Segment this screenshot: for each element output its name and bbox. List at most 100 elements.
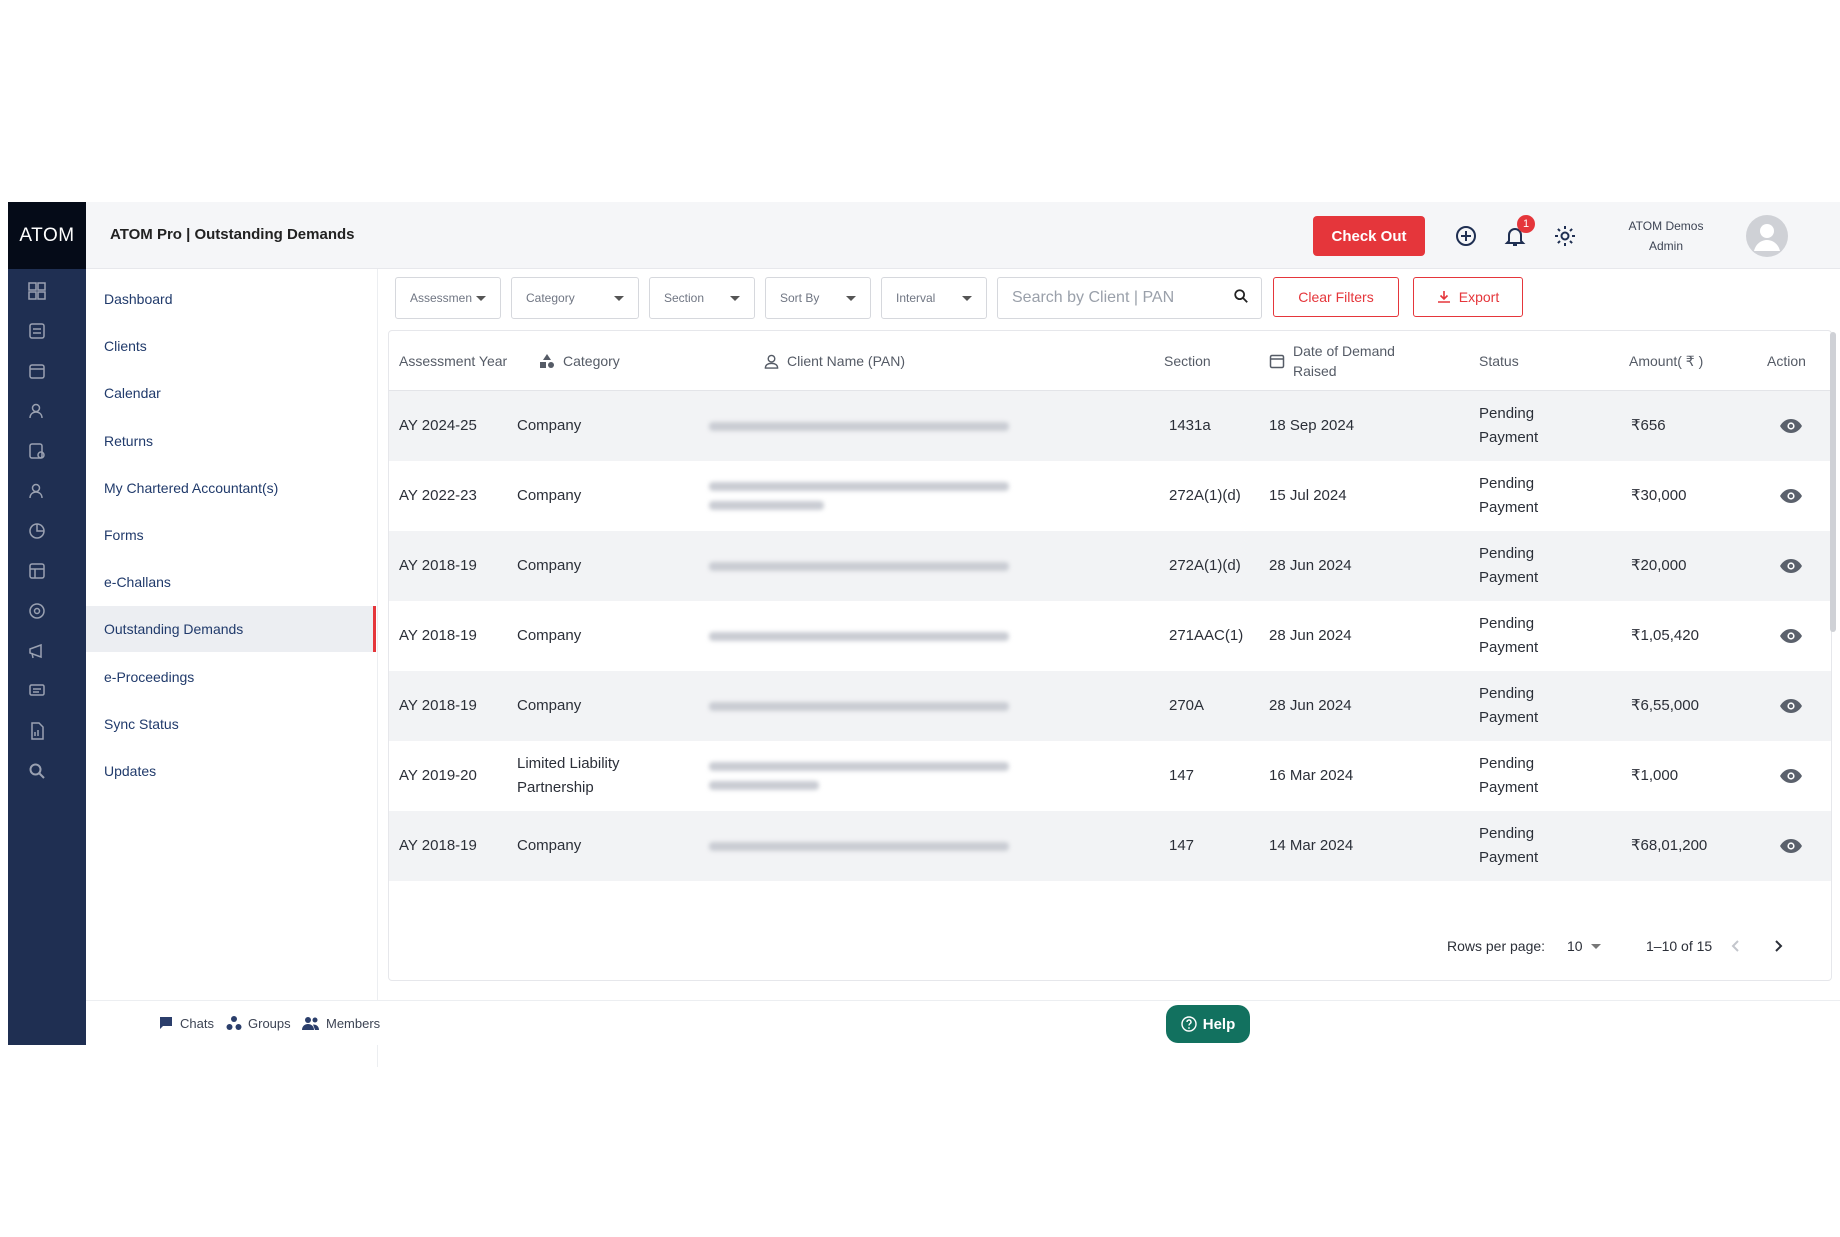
groups-icon [226, 1016, 242, 1030]
category-icon [540, 354, 554, 368]
assessment-year-filter[interactable]: Assessmen [395, 277, 501, 319]
sidebar-item[interactable]: Updates [86, 748, 376, 794]
sidebar-item[interactable]: Clients [86, 323, 376, 369]
sidebar: Dashboard Clients Calendar Returns My Charte… [86, 269, 378, 1067]
sidebar-item[interactable]: Outstanding Demands [86, 606, 376, 653]
chevron-down-icon [1590, 943, 1601, 949]
view-eye-icon[interactable] [1779, 531, 1803, 601]
prev-page-button[interactable] [1729, 931, 1743, 961]
page-range: 1–10 of 15 [1646, 938, 1713, 954]
cell-date-raised: 18 Sep 2024 [1269, 417, 1355, 434]
forms-icon[interactable] [25, 479, 49, 503]
chevron-down-icon [962, 295, 972, 301]
sidebar-item[interactable]: Returns [86, 418, 376, 464]
status-text: Pending Payment [1479, 825, 1539, 866]
next-page-button[interactable] [1771, 931, 1785, 961]
chevron-down-icon [730, 295, 740, 301]
col-assessment-year[interactable]: Assessment Year [399, 331, 509, 391]
sidebar-item[interactable]: e-Challans [86, 559, 376, 605]
sync-icon[interactable] [25, 639, 49, 663]
bell-icon[interactable]: 1 [1501, 215, 1535, 250]
view-eye-icon[interactable] [1779, 741, 1803, 811]
cell-client-name-redacted [709, 601, 1009, 671]
clients-icon[interactable] [25, 319, 49, 343]
redacted-line [709, 421, 1009, 431]
view-eye-icon[interactable] [1779, 671, 1803, 741]
demands-table: Assessment Year Category Client Name (PA… [388, 330, 1832, 981]
footer-bar: Chats Groups Members Help [86, 1000, 1840, 1045]
table-row[interactable]: AY 2018-19 Company 272A(1)(d) 28 Jun 2024 Pe… [389, 531, 1831, 601]
add-circle-icon[interactable] [1452, 222, 1480, 250]
calendar-icon[interactable] [25, 359, 49, 383]
cell-assessment-year: AY 2019-20 [399, 767, 477, 784]
col-date-raised[interactable]: Date of Demand Raised [1269, 331, 1429, 391]
view-eye-icon[interactable] [1779, 461, 1803, 531]
table-row[interactable]: AY 2019-20 Limited Liability Partnership 1… [389, 741, 1831, 811]
col-amount[interactable]: Amount( ₹ ) [1629, 331, 1703, 391]
sidebar-item[interactable]: Calendar [86, 370, 376, 416]
sidebar-item[interactable]: e-Proceedings [86, 654, 376, 700]
search-icon[interactable] [25, 759, 49, 783]
cell-category: Company [517, 837, 582, 854]
table-row[interactable]: AY 2018-19 Company 270A 28 Jun 2024 Pending … [389, 671, 1831, 741]
cell-section: 271AAC(1) [1169, 627, 1244, 644]
cell-amount: ₹30,000 [1631, 487, 1687, 504]
avatar[interactable] [1746, 215, 1788, 257]
accountant-icon[interactable] [25, 439, 49, 463]
search-input[interactable] [1010, 288, 1233, 308]
returns-icon[interactable] [25, 399, 49, 423]
demands-icon[interactable] [25, 559, 49, 583]
section-filter[interactable]: Section [649, 277, 755, 319]
col-category[interactable]: Category [539, 331, 620, 391]
view-eye-icon[interactable] [1779, 391, 1803, 461]
updates-icon[interactable] [25, 679, 49, 703]
cell-date-raised: 16 Mar 2024 [1269, 767, 1354, 784]
table-row[interactable]: AY 2018-19 Company 271AAC(1) 28 Jun 2024 Pen… [389, 601, 1831, 671]
cell-category: Limited Liability Partnership [517, 755, 620, 796]
chevron-down-icon [846, 295, 856, 301]
challans-icon[interactable] [25, 519, 49, 543]
sidebar-item[interactable]: Sync Status [86, 701, 376, 747]
col-client-name[interactable]: Client Name (PAN) [764, 331, 905, 391]
search-icon[interactable] [1233, 288, 1249, 309]
calendar-icon [1269, 354, 1285, 369]
user-info[interactable]: ATOM Demos Admin [1611, 216, 1721, 256]
filter-label: Section [664, 291, 705, 305]
help-button[interactable]: Help [1166, 1005, 1250, 1043]
chats-link[interactable]: Chats [158, 1015, 214, 1031]
table-row[interactable]: AY 2024-25 Company 1431a 18 Sep 2024 Pending… [389, 391, 1831, 461]
cell-amount: ₹1,000 [1631, 767, 1679, 784]
clear-filters-button[interactable]: Clear Filters [1273, 277, 1399, 317]
redacted-line [709, 631, 1009, 641]
proceedings-icon[interactable] [25, 599, 49, 623]
col-status[interactable]: Status [1479, 331, 1519, 391]
cell-section: 270A [1169, 697, 1205, 714]
cell-assessment-year: AY 2018-19 [399, 627, 477, 644]
groups-link[interactable]: Groups [226, 1015, 291, 1031]
cell-amount: ₹6,55,000 [1631, 697, 1699, 714]
category-filter[interactable]: Category [511, 277, 639, 319]
brand-logo: ATOM [8, 202, 86, 269]
check-out-button[interactable]: Check Out [1313, 216, 1425, 256]
export-button[interactable]: Export [1413, 277, 1523, 317]
gear-icon[interactable] [1551, 222, 1579, 250]
sidebar-item[interactable]: Dashboard [86, 276, 376, 322]
table-row[interactable]: AY 2018-19 Company 147 14 Mar 2024 Pending P… [389, 811, 1831, 881]
interval-filter[interactable]: Interval [881, 277, 987, 319]
sort-by-filter[interactable]: Sort By [765, 277, 871, 319]
members-link[interactable]: Members [302, 1015, 380, 1031]
rows-per-page-select[interactable]: 10 [1567, 931, 1601, 961]
table-row[interactable]: AY 2022-23 Company 272A(1)(d) 15 Jul 2024 Pe… [389, 461, 1831, 531]
cell-assessment-year: AY 2018-19 [399, 557, 477, 574]
col-section[interactable]: Section [1164, 331, 1211, 391]
view-eye-icon[interactable] [1779, 601, 1803, 671]
table-scrollbar[interactable] [1830, 332, 1836, 752]
scrollbar-thumb[interactable] [1830, 332, 1836, 632]
view-eye-icon[interactable] [1779, 811, 1803, 881]
dashboard-icon[interactable] [25, 279, 49, 303]
top-header: ATOM Pro | Outstanding Demands Check Out… [86, 202, 1840, 269]
document-icon[interactable] [25, 719, 49, 743]
sidebar-item[interactable]: Forms [86, 512, 376, 558]
sidebar-item[interactable]: My Chartered Accountant(s) [86, 465, 376, 511]
cell-section: 1431a [1169, 417, 1211, 434]
